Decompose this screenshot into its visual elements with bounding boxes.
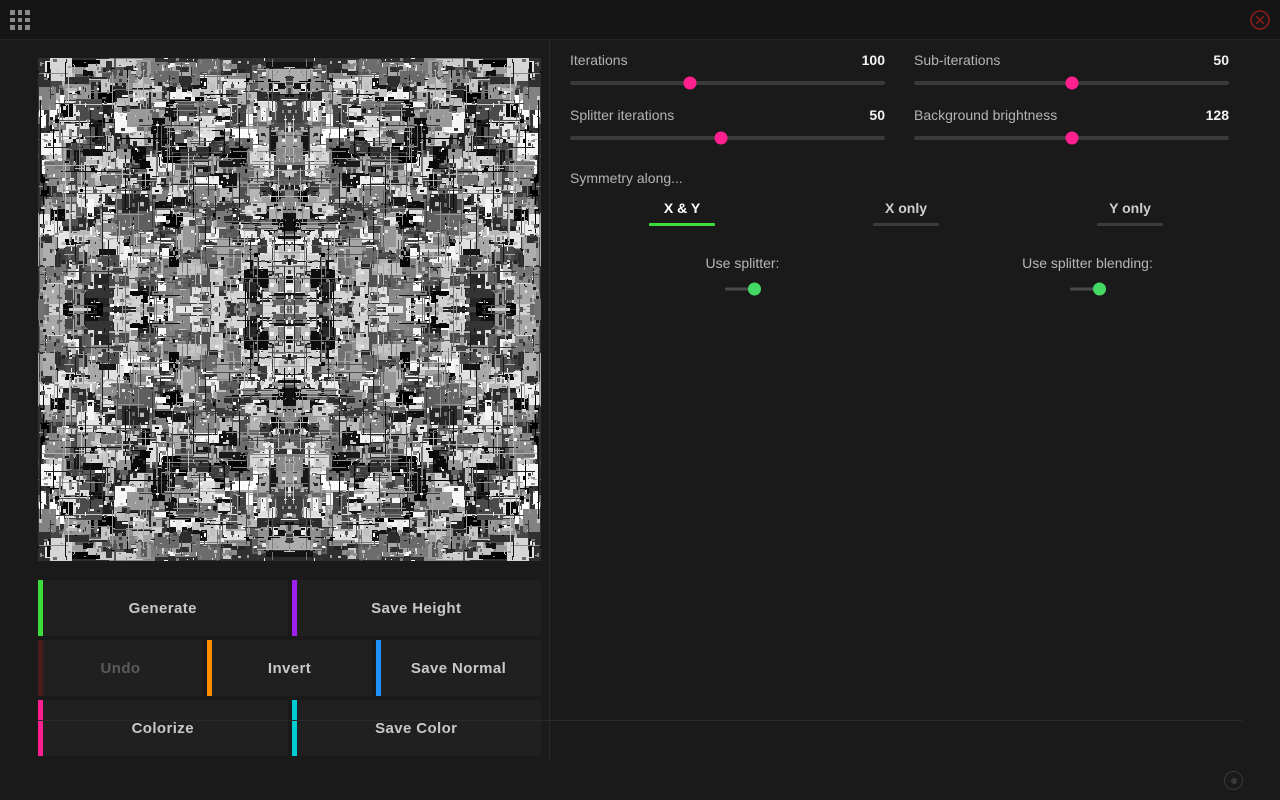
symmetry-tab-underline xyxy=(873,223,939,226)
symmetry-tab-underline xyxy=(649,223,715,226)
toggle-use-splitter-blending: Use splitter blending: xyxy=(915,255,1260,298)
slider-header: Background brightness 128 xyxy=(914,107,1229,123)
toggle-knob xyxy=(747,282,761,296)
slider-iterations: Iterations 100 xyxy=(570,52,885,90)
button-row: Generate Save Height xyxy=(38,580,541,636)
symmetry-tab-group: X & Y X only Y only xyxy=(570,200,1260,233)
slider-value: 50 xyxy=(869,107,885,123)
grid-dot xyxy=(17,17,23,23)
slider-knob[interactable] xyxy=(1065,131,1078,145)
close-window-button[interactable] xyxy=(1250,10,1270,30)
symmetry-tab-y-only[interactable]: Y only xyxy=(1018,200,1242,233)
toggle-use-splitter: Use splitter: xyxy=(570,255,915,298)
grid-dot xyxy=(25,17,30,23)
symmetry-tab-underline xyxy=(1097,223,1163,226)
button-label: Save Color xyxy=(375,719,458,737)
button-row: Undo Invert Save Normal xyxy=(38,640,541,696)
generated-texture-canvas[interactable] xyxy=(38,58,541,561)
slider-track[interactable] xyxy=(914,76,1229,90)
toggle-switch[interactable] xyxy=(1069,282,1106,296)
slider-sub-iterations: Sub-iterations 50 xyxy=(914,52,1229,90)
slider-columns: Iterations 100 Splitter iterations 50 Su… xyxy=(570,52,1260,162)
symmetry-tab-x-y[interactable]: X & Y xyxy=(570,200,794,233)
slider-label: Iterations xyxy=(570,52,628,68)
button-accent-bar xyxy=(291,700,297,756)
toggle-switch[interactable] xyxy=(724,282,761,296)
record-dot xyxy=(1230,777,1237,784)
slider-splitter-iterations: Splitter iterations 50 xyxy=(570,107,885,145)
undo-button: Undo xyxy=(38,640,203,696)
title-bar xyxy=(0,0,1280,40)
grid-dot xyxy=(10,25,15,30)
symmetry-tab-x-only[interactable]: X only xyxy=(794,200,1018,233)
button-accent-bar xyxy=(207,640,212,696)
right-panel: Iterations 100 Splitter iterations 50 Su… xyxy=(551,40,1280,760)
slider-label: Sub-iterations xyxy=(914,52,1001,68)
footer-bar xyxy=(0,761,1280,800)
slider-knob[interactable] xyxy=(683,76,697,90)
save-normal-button[interactable]: Save Normal xyxy=(376,640,541,696)
save-height-button[interactable]: Save Height xyxy=(291,580,541,636)
slider-value: 100 xyxy=(861,52,885,68)
slider-background-brightness: Background brightness 128 xyxy=(914,107,1229,145)
invert-button[interactable]: Invert xyxy=(207,640,372,696)
save-color-button[interactable]: Save Color xyxy=(291,700,541,756)
slider-track[interactable] xyxy=(914,131,1229,145)
grid-dot xyxy=(10,17,15,23)
action-button-grid: Generate Save Height Undo Invert Save Normal… xyxy=(38,580,541,760)
toggle-knob xyxy=(1092,282,1106,296)
grid-dot xyxy=(25,25,30,30)
slider-header: Iterations 100 xyxy=(570,52,885,68)
toggle-row: Use splitter: Use splitter blending: xyxy=(570,255,1260,298)
button-label: Save Normal xyxy=(410,659,507,677)
button-label: Generate xyxy=(128,599,197,617)
generate-button[interactable]: Generate xyxy=(38,580,288,636)
grid-dot xyxy=(17,25,23,30)
slider-header: Sub-iterations 50 xyxy=(914,52,1229,68)
button-label: Invert xyxy=(267,659,312,677)
slider-knob[interactable] xyxy=(1065,76,1078,90)
left-panel: Generate Save Height Undo Invert Save Normal… xyxy=(0,40,550,760)
symmetry-tab-label: X only xyxy=(884,200,927,216)
slider-value: 50 xyxy=(1213,52,1229,68)
button-accent-bar xyxy=(38,640,43,696)
symmetry-title: Symmetry along... xyxy=(570,170,683,186)
slider-track[interactable] xyxy=(570,131,885,145)
app-menu-grid-icon[interactable] xyxy=(10,10,30,30)
slider-knob[interactable] xyxy=(714,131,728,145)
button-label: Save Height xyxy=(371,599,462,617)
toggle-label: Use splitter blending: xyxy=(1022,255,1153,271)
button-accent-bar xyxy=(291,580,297,636)
button-label: Undo xyxy=(100,659,141,677)
button-accent-bar xyxy=(38,700,43,756)
slider-header: Splitter iterations 50 xyxy=(570,107,885,123)
symmetry-tab-label: Y only xyxy=(1109,200,1151,216)
slider-label: Background brightness xyxy=(914,107,1058,123)
application-window: Generate Save Height Undo Invert Save Normal… xyxy=(0,0,1280,800)
record-circle-icon[interactable] xyxy=(1224,771,1243,790)
grid-dot xyxy=(17,10,23,15)
grid-dot xyxy=(25,10,30,15)
symmetry-tab-label: X & Y xyxy=(663,200,701,216)
preview-image-container[interactable] xyxy=(38,58,541,561)
button-accent-bar xyxy=(376,640,381,696)
grid-dot xyxy=(10,10,15,15)
slider-track[interactable] xyxy=(570,76,885,90)
close-circle-icon xyxy=(1250,10,1270,30)
slider-value: 128 xyxy=(1205,107,1229,123)
slider-column-right: Sub-iterations 50 Background brightness … xyxy=(914,52,1229,162)
button-label: Colorize xyxy=(131,719,194,737)
slider-column-left: Iterations 100 Splitter iterations 50 xyxy=(570,52,885,162)
colorize-button[interactable]: Colorize xyxy=(38,700,288,756)
button-row: Colorize Save Color xyxy=(38,700,541,756)
slider-label: Splitter iterations xyxy=(570,107,675,123)
button-accent-bar xyxy=(38,580,43,636)
toggle-label: Use splitter: xyxy=(705,255,780,271)
symmetry-section: Symmetry along... X & Y X only Y only xyxy=(570,170,1260,233)
